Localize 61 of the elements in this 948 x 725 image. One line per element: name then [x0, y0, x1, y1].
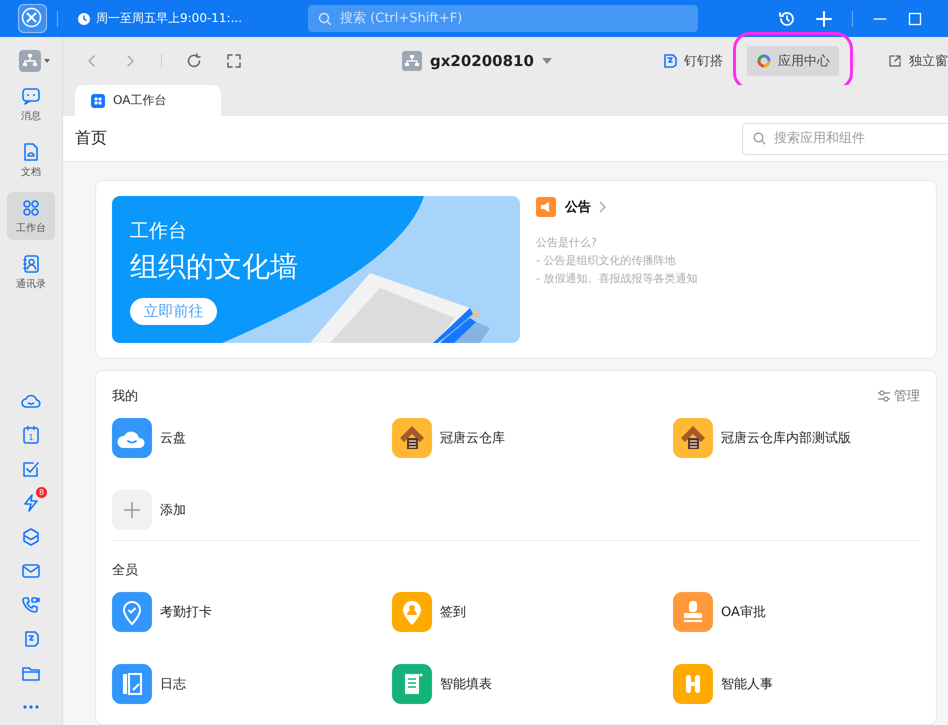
toolbar-button[interactable]: 独立窗 [878, 46, 948, 76]
org-icon [402, 51, 422, 71]
ding-logo-icon [662, 53, 678, 69]
maximize-icon[interactable] [907, 10, 923, 26]
section-title: 我的 [112, 388, 138, 405]
announcement-link[interactable]: 公告 [565, 198, 606, 216]
clock-icon [77, 12, 91, 26]
toolbar-button[interactable]: 钉钉搭 [653, 46, 732, 76]
checklist-icon[interactable] [21, 459, 41, 479]
banner-subtitle: 工作台 [130, 219, 187, 244]
caret-icon[interactable] [542, 58, 552, 64]
sidebar-nav-item[interactable]: 消息 [7, 80, 55, 128]
chat-icon [21, 86, 41, 106]
tab[interactable]: OA工作台 [75, 85, 221, 116]
layers-icon[interactable] [21, 527, 41, 547]
announcement-text: 公告是什么? [536, 235, 598, 250]
contacts-icon [21, 254, 41, 274]
app-item[interactable]: 日志 [112, 664, 392, 704]
search-bar[interactable]: 搜索 (Ctrl+Shift+F) [308, 5, 698, 32]
app-item[interactable]: 考勤打卡 [112, 592, 392, 632]
chevron-right-icon[interactable] [599, 201, 606, 213]
announcement-text: - 放假通知、喜报战报等各类通知 [536, 271, 698, 286]
app-item[interactable]: 签到 [392, 592, 673, 632]
app-item[interactable]: 云盘 [112, 418, 392, 458]
phone-video-icon[interactable] [21, 595, 41, 615]
app-item[interactable]: OA审批 [673, 592, 920, 632]
document-icon [21, 142, 41, 162]
app-item[interactable]: 冠唐云仓库 [392, 418, 673, 458]
sidebar-nav-item[interactable]: 文档 [7, 136, 55, 184]
search-field[interactable]: 搜索 (Ctrl+Shift+F) [338, 10, 682, 27]
section-title: 全员 [112, 562, 138, 579]
mail-icon[interactable] [21, 561, 41, 581]
notification-badge: 8 [36, 487, 47, 498]
app-item[interactable]: 智能填表 [392, 664, 673, 704]
app-center-icon [756, 53, 772, 69]
grid-icon [21, 198, 41, 218]
search-bar[interactable]: 搜索应用和组件 [742, 122, 948, 154]
meeting-reminder[interactable]: 周一至周五早上9:00-11:... [96, 10, 242, 27]
sidebar-nav-item[interactable]: 工作台 [7, 192, 55, 240]
fullscreen-icon[interactable] [226, 53, 242, 69]
toolbar-button[interactable]: 应用中心 [747, 46, 839, 76]
history-icon[interactable] [778, 10, 796, 28]
megaphone-icon [536, 197, 556, 217]
banner-headline: 组织的文化墙 [130, 249, 298, 285]
lightning-icon[interactable] [21, 493, 41, 513]
popout-icon [887, 53, 903, 69]
org-switcher-icon[interactable] [18, 50, 50, 72]
manage-button[interactable]: 管理 [877, 387, 920, 405]
search-icon [753, 132, 766, 145]
search-icon [318, 12, 332, 26]
grid-app-icon [91, 94, 105, 108]
announcement-text: - 公告是组织文化的传播阵地 [536, 253, 676, 268]
sidebar-nav-item[interactable]: 通讯录 [7, 248, 55, 296]
app-item[interactable]: 冠唐云仓库内部测试版 [673, 418, 920, 458]
app-item[interactable]: 智能人事 [673, 664, 920, 704]
org-name[interactable]: gx20200810 [430, 52, 534, 70]
page-title: 首页 [75, 128, 107, 149]
add-app-button[interactable]: 添加 [112, 490, 392, 530]
plus-icon[interactable] [815, 10, 833, 28]
refresh-icon[interactable] [186, 53, 202, 69]
sliders-icon[interactable] [877, 390, 891, 402]
